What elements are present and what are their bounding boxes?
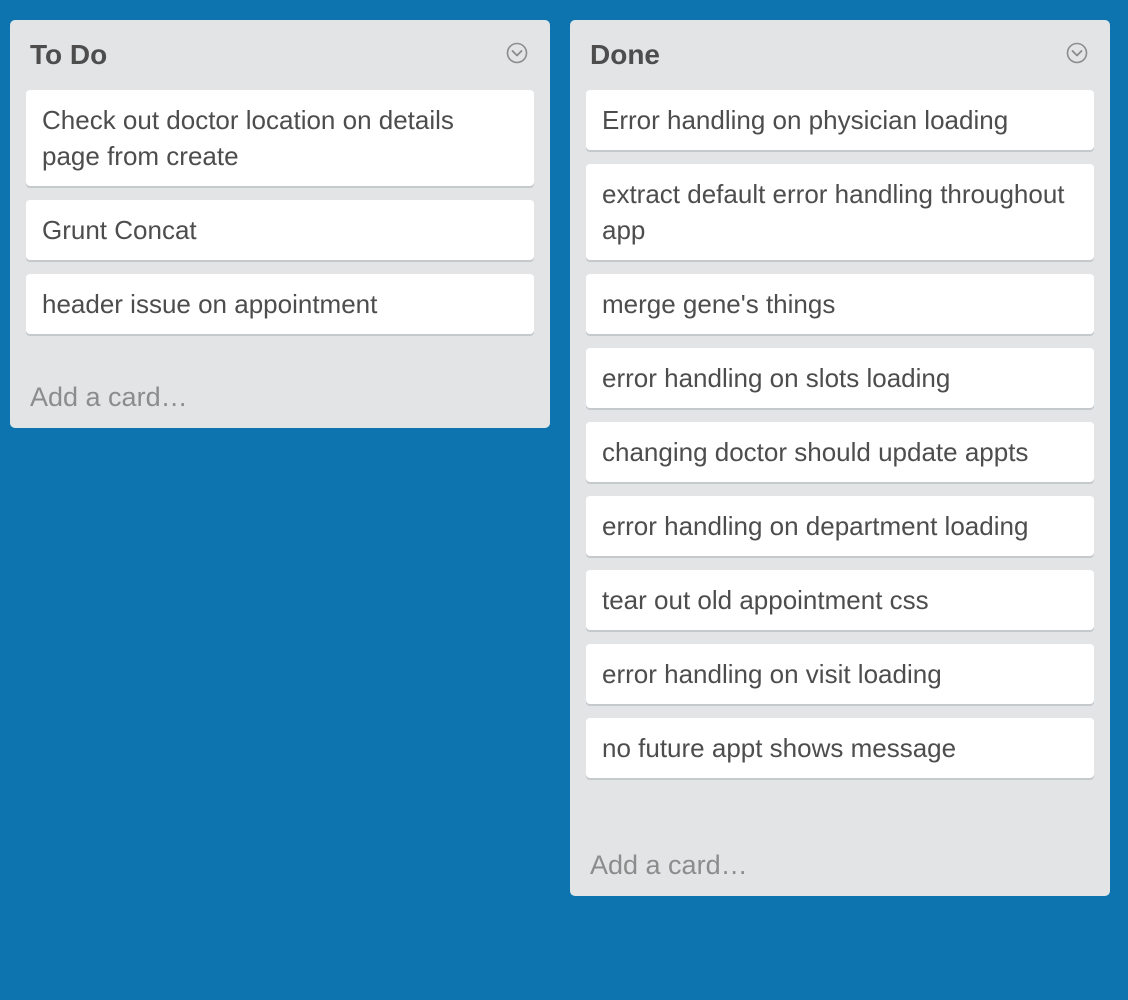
card-list: Check out doctor location on details pag… xyxy=(26,90,534,334)
add-card-button[interactable]: Add a card… xyxy=(30,380,188,414)
chevron-down-circle-icon[interactable] xyxy=(1066,42,1088,64)
card[interactable]: header issue on appointment xyxy=(26,274,534,334)
card[interactable]: extract default error handling throughou… xyxy=(586,164,1094,260)
list-title[interactable]: To Do xyxy=(30,38,107,72)
list-header: To Do xyxy=(26,20,534,90)
list-header: Done xyxy=(586,20,1094,90)
card[interactable]: Grunt Concat xyxy=(26,200,534,260)
card[interactable]: Check out doctor location on details pag… xyxy=(26,90,534,186)
board: To Do Check out doctor location on detai… xyxy=(0,0,1128,1000)
card[interactable]: error handling on visit loading xyxy=(586,644,1094,704)
card[interactable]: no future appt shows message xyxy=(586,718,1094,778)
list-todo: To Do Check out doctor location on detai… xyxy=(10,20,550,428)
list-done: Done Error handling on physician loading… xyxy=(570,20,1110,896)
card[interactable]: merge gene's things xyxy=(586,274,1094,334)
card[interactable]: error handling on department loading xyxy=(586,496,1094,556)
card[interactable]: Error handling on physician loading xyxy=(586,90,1094,150)
card[interactable]: changing doctor should update appts xyxy=(586,422,1094,482)
chevron-down-circle-icon[interactable] xyxy=(506,42,528,64)
card[interactable]: error handling on slots loading xyxy=(586,348,1094,408)
card-list: Error handling on physician loading extr… xyxy=(586,90,1094,778)
card[interactable]: tear out old appointment css xyxy=(586,570,1094,630)
list-title[interactable]: Done xyxy=(590,38,660,72)
add-card-button[interactable]: Add a card… xyxy=(590,848,748,882)
